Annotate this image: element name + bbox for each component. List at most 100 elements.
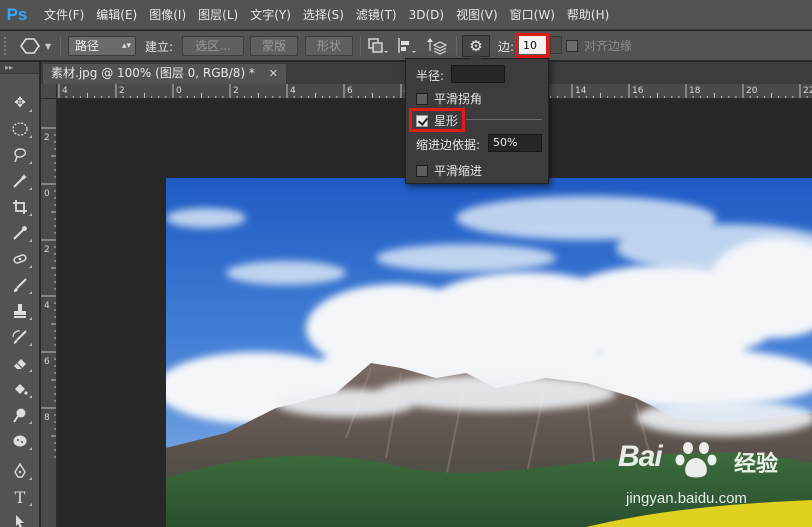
ruler-label: 20 <box>746 86 758 96</box>
ruler-label: 6 <box>44 357 50 367</box>
smooth-indents-option[interactable]: 平滑缩进 <box>416 162 482 179</box>
smooth-indents-label: 平滑缩进 <box>434 164 483 178</box>
eraser-tool[interactable] <box>8 352 32 374</box>
separator <box>60 36 61 56</box>
ruler-label: 22 <box>803 86 812 96</box>
menu-item[interactable]: 视图(V) <box>450 0 504 30</box>
menu-item[interactable]: 帮助(H) <box>561 0 615 30</box>
mode-select-value: 路径 <box>75 39 100 53</box>
document-tab-title: 素材.jpg @ 100% (图层 0, RGB/8) * <box>51 66 255 80</box>
path-operations-icon <box>368 38 388 53</box>
eyedropper-tool[interactable] <box>8 222 32 244</box>
ruler-label: 2 <box>119 86 125 96</box>
move-tool-icon: ✥ <box>14 95 26 111</box>
history-brush-icon <box>12 330 27 344</box>
ruler-label: 0 <box>176 86 182 96</box>
ruler-label: 2 <box>44 245 50 255</box>
separator <box>456 36 457 56</box>
indent-row: 缩进边依据: <box>416 136 480 153</box>
ruler-label: 16 <box>632 86 644 96</box>
menu-items: 文件(F) 编辑(E) 图像(I) 图层(L) 文字(Y) 选择(S) 滤镜(T) 3D(D)… <box>34 0 615 30</box>
path-alignment-button[interactable] <box>395 37 417 57</box>
vertical-ruler-ticks: 2 0 2 4 6 8 <box>41 127 56 458</box>
menu-item[interactable]: 文字(Y) <box>244 0 297 30</box>
sponge-tool[interactable] <box>8 430 32 452</box>
align-edges-option[interactable]: 对齐边缘 <box>566 37 632 54</box>
ruler-label: 18 <box>689 86 701 96</box>
radius-label: 半径: <box>416 69 445 83</box>
move-tool[interactable]: ✥ <box>8 92 32 114</box>
separator <box>360 36 361 56</box>
sides-label: 边: <box>498 40 515 54</box>
make-shape-button[interactable]: 形状 <box>305 36 353 56</box>
eyedropper-icon <box>13 226 27 240</box>
align-edges-checkbox[interactable] <box>566 39 578 52</box>
vertical-ruler[interactable]: 2 0 2 4 6 8 <box>41 99 57 527</box>
baidu-jingyan-watermark: Bai 经验 jingyan.baidu.com <box>618 440 778 520</box>
path-selection-tool[interactable] <box>8 510 32 527</box>
indent-input[interactable]: 50% <box>488 134 542 152</box>
paint-bucket-tool[interactable] <box>8 378 32 400</box>
dodge-tool[interactable] <box>8 404 32 426</box>
type-tool[interactable]: T <box>8 486 32 508</box>
document-tab[interactable]: 素材.jpg @ 100% (图层 0, RGB/8) * ✕ <box>43 64 286 84</box>
paint-bucket-icon <box>15 384 28 395</box>
smooth-corners-option[interactable]: 平滑拐角 <box>416 90 482 107</box>
tool-panel-collapse[interactable]: ▸▸ <box>0 62 39 74</box>
mode-select[interactable]: 路径 ▴▾ <box>68 36 136 56</box>
radius-row: 半径: <box>416 67 444 84</box>
menu-item[interactable]: 图像(I) <box>143 0 192 30</box>
ruler-label: 4 <box>44 301 50 311</box>
path-operations-button[interactable] <box>366 37 388 57</box>
eraser-icon <box>14 359 26 369</box>
watermark-url: jingyan.baidu.com <box>626 490 747 507</box>
menu-item[interactable]: 3D(D) <box>403 0 450 30</box>
path-arrangement-button[interactable] <box>426 36 450 56</box>
healing-brush-tool[interactable] <box>8 248 32 270</box>
close-icon[interactable]: ✕ <box>269 67 278 80</box>
make-mask-button[interactable]: 蒙版 <box>250 36 298 56</box>
sides-input-highlight <box>515 33 549 58</box>
star-option-highlight <box>409 108 465 132</box>
marquee-tool[interactable] <box>8 118 32 140</box>
ruler-label: 8 <box>44 413 50 423</box>
ruler-label: 0 <box>44 189 50 199</box>
path-alignment-icon <box>398 38 416 53</box>
menu-bar: Ps 文件(F) 编辑(E) 图像(I) 图层(L) 文字(Y) 选择(S) 滤镜(T) 3D… <box>0 0 812 30</box>
make-label: 建立: <box>145 40 174 54</box>
bandage-icon <box>13 254 27 264</box>
dodge-icon <box>13 408 26 423</box>
menu-item[interactable]: 图层(L) <box>192 0 244 30</box>
menu-item[interactable]: 选择(S) <box>297 0 350 30</box>
crop-tool[interactable] <box>8 196 32 218</box>
elliptical-marquee-icon <box>12 122 28 136</box>
ruler-origin[interactable] <box>41 84 57 99</box>
radius-input[interactable] <box>451 65 505 83</box>
watermark-brand-cjk: 经验 <box>734 452 779 477</box>
menu-item[interactable]: 窗口(W) <box>504 0 561 30</box>
tool-preset-picker[interactable]: ▼ <box>20 36 54 56</box>
clone-stamp-tool[interactable] <box>8 300 32 322</box>
magic-wand-tool[interactable] <box>8 170 32 192</box>
menu-item[interactable]: 编辑(E) <box>90 0 143 30</box>
magic-wand-icon <box>13 174 27 188</box>
path-selection-icon <box>16 515 24 527</box>
menu-item[interactable]: 滤镜(T) <box>350 0 403 30</box>
menu-item[interactable]: 文件(F) <box>34 0 90 30</box>
lasso-tool[interactable] <box>8 144 32 166</box>
smooth-corners-label: 平滑拐角 <box>434 92 483 106</box>
smooth-indents-checkbox[interactable] <box>416 164 428 177</box>
lasso-icon <box>14 148 27 163</box>
stamp-icon <box>14 304 26 318</box>
smooth-corners-checkbox[interactable] <box>416 92 428 105</box>
history-brush-tool[interactable] <box>8 326 32 348</box>
ruler-label: 4 <box>290 86 296 96</box>
make-selection-button[interactable]: 选区... <box>182 36 244 56</box>
pen-tool[interactable] <box>8 460 32 482</box>
path-arrangement-icon <box>427 38 448 55</box>
ruler-label: 2 <box>44 133 50 143</box>
options-bar: ▼ 路径 ▴▾ 建立: 选区... 蒙版 形状 ⚙ 边: 对齐边缘 <box>0 31 812 61</box>
select-arrows-icon: ▴▾ <box>121 41 131 51</box>
brush-tool[interactable] <box>8 274 32 296</box>
options-bar-grip[interactable] <box>4 37 12 55</box>
